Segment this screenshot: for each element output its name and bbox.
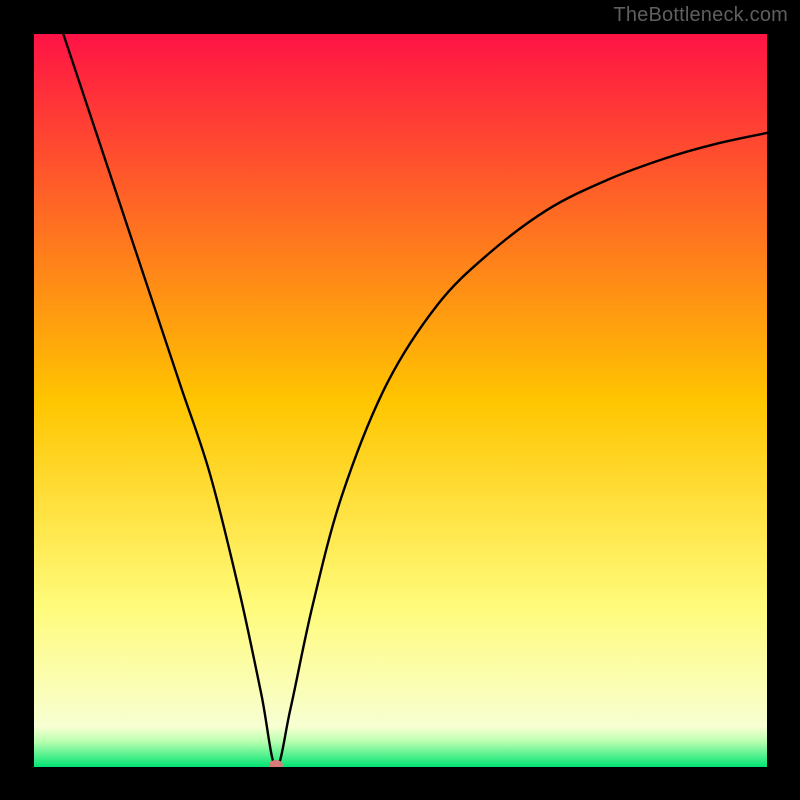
- gradient-background: [34, 34, 767, 767]
- bottleneck-chart: [34, 34, 767, 767]
- chart-frame: TheBottleneck.com: [0, 0, 800, 800]
- plot-area: [34, 34, 767, 767]
- attribution-label: TheBottleneck.com: [613, 4, 788, 27]
